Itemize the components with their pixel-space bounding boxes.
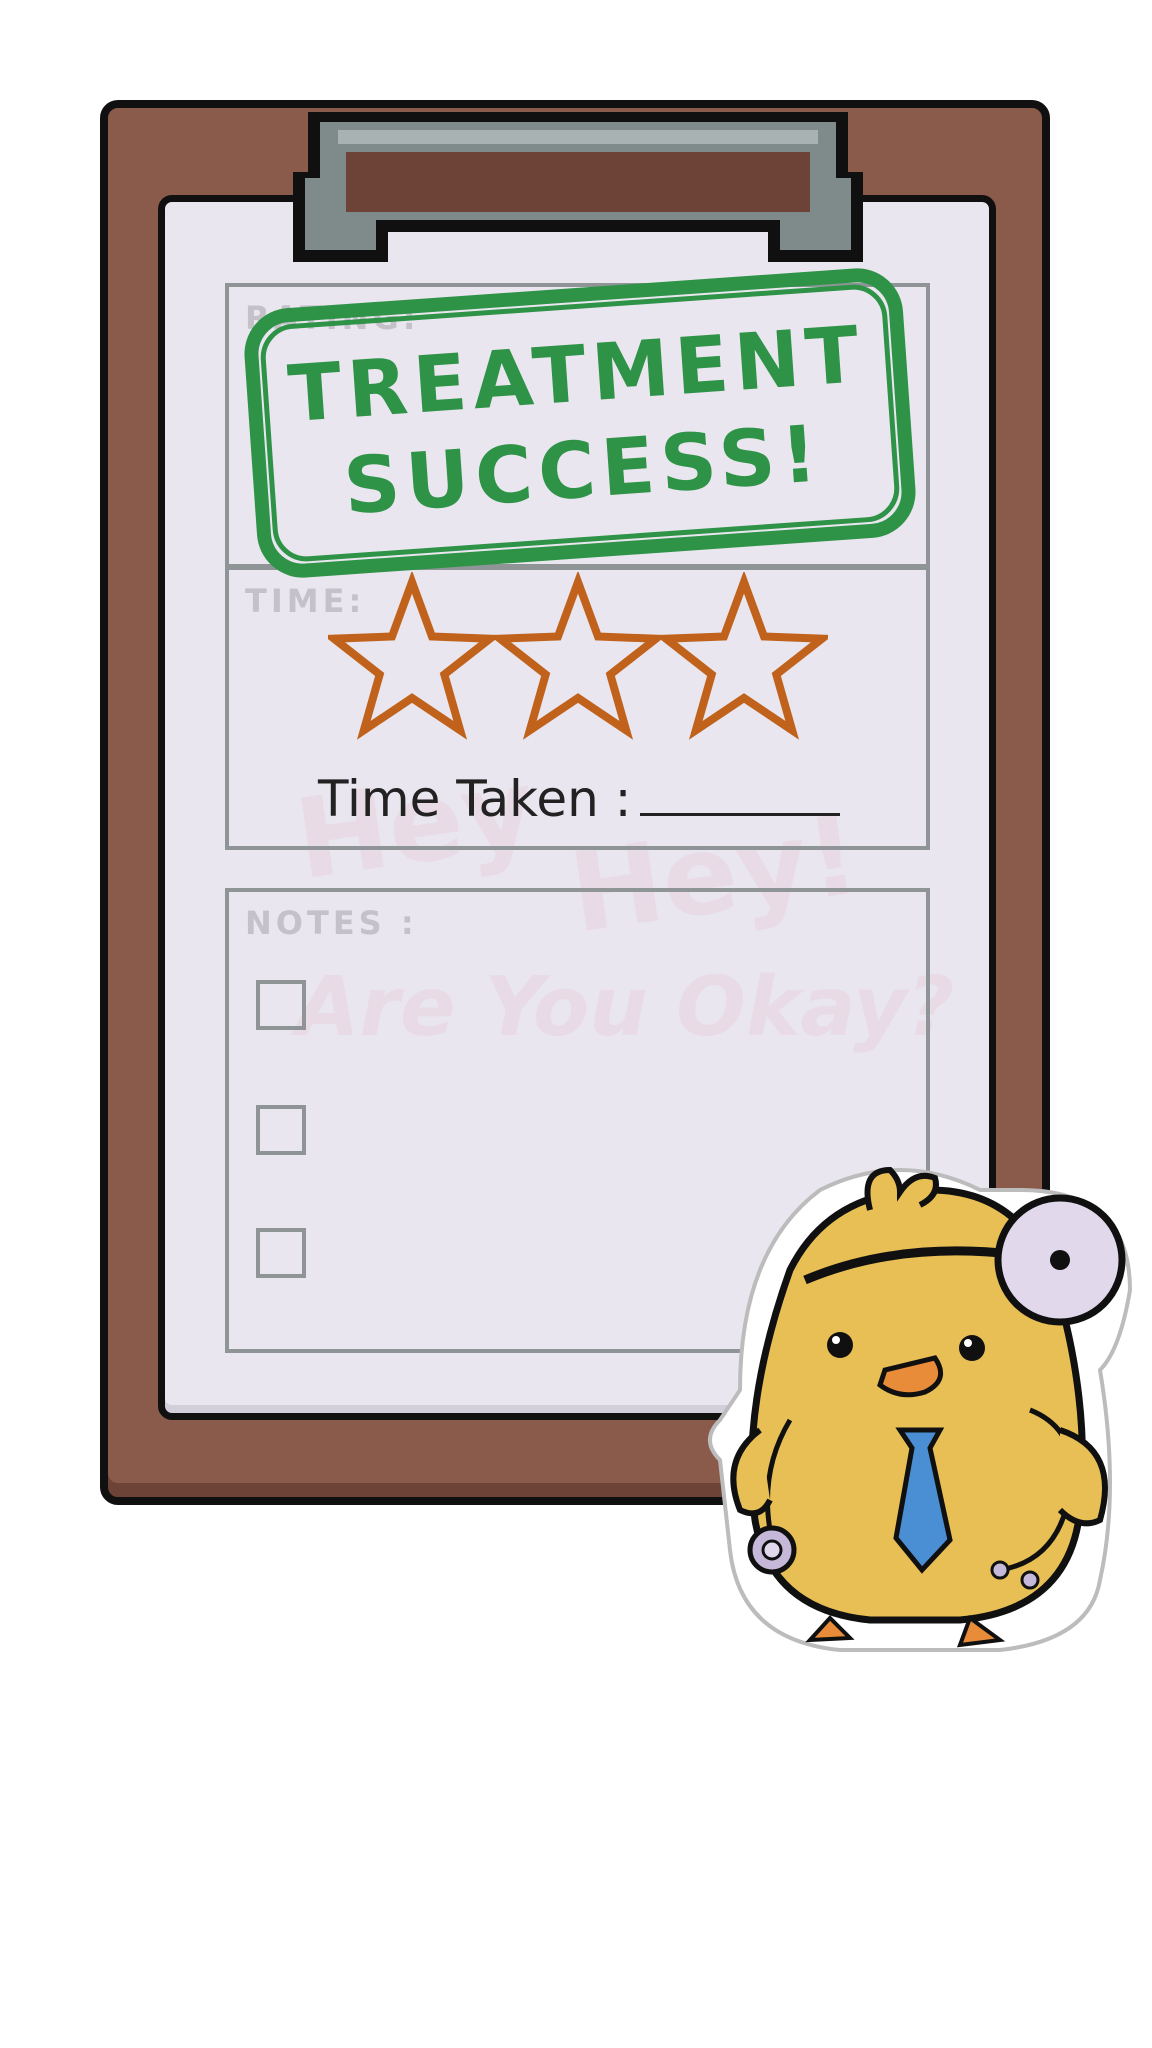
doctor-chick-mascot-icon (708, 1166, 1133, 1652)
star-rating (328, 572, 828, 740)
game-screen: Hey Hey! Are You Okay? RATING: TIME: Tim… (0, 0, 1152, 2048)
star-icon (488, 572, 668, 740)
notes-checkbox-1[interactable] (256, 980, 306, 1030)
notes-checkbox-3[interactable] (256, 1228, 306, 1278)
notes-checkbox-2[interactable] (256, 1105, 306, 1155)
notes-label: NOTES : (245, 904, 418, 942)
star-icon (654, 572, 828, 740)
treatment-success-stamp: TREATMENT SUCCESS! (241, 265, 919, 581)
time-taken-row: Time Taken : (318, 770, 840, 828)
star-icon (328, 572, 502, 740)
time-taken-value (639, 773, 840, 816)
clipboard-clip-icon (293, 112, 863, 262)
time-taken-label: Time Taken : (318, 770, 632, 828)
